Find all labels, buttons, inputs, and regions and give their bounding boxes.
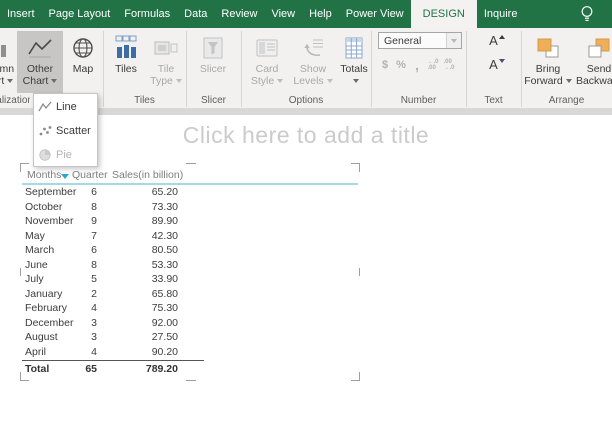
table-row[interactable]: July 5 33.90 (22, 272, 222, 287)
group-label-slicer: Slicer (200, 95, 226, 106)
tab-help[interactable]: Help (302, 0, 339, 28)
pie-chart-icon (34, 149, 56, 161)
totals-icon (343, 34, 365, 61)
tab-design[interactable]: DESIGN (410, 0, 477, 28)
group-label-text: Text (484, 95, 503, 106)
increase-font-size-button[interactable]: A (488, 33, 506, 53)
group-label-visualizations: Visualizations (0, 95, 30, 106)
show-levels-icon (301, 34, 325, 61)
table-row[interactable]: April 4 90.20 (22, 345, 222, 360)
column-chart-icon (0, 34, 8, 61)
line-chart-icon (34, 101, 56, 113)
table-row[interactable]: January 2 65.80 (22, 287, 222, 302)
scatter-chart-icon (34, 125, 56, 137)
comma-format-icon: , (415, 57, 419, 73)
table-row[interactable]: August 3 27.50 (22, 330, 222, 345)
column-header-quarter[interactable]: Quarter (72, 169, 108, 181)
table-row[interactable]: September 6 65.20 (22, 185, 222, 200)
dropdown-chevron-icon (565, 79, 572, 84)
group-label-tiles: Tiles (134, 95, 155, 106)
dropdown-chevron-icon (352, 79, 359, 84)
percent-format-icon: % (396, 59, 406, 71)
other-chart-button[interactable]: Other Chart (17, 31, 63, 93)
bring-forward-icon (535, 34, 561, 61)
show-levels-button: Show Levels (290, 31, 336, 93)
totals-button[interactable]: Totals (337, 31, 371, 93)
number-format-select[interactable]: General (378, 32, 462, 49)
ribbon-tabs: Insert Page Layout Formulas Data Review View H… (0, 0, 612, 28)
selection-handle[interactable] (351, 372, 360, 381)
filter-dropdown-icon[interactable] (61, 174, 69, 179)
tab-insert[interactable]: Insert (0, 0, 42, 28)
column-header-sales[interactable]: Sales(in billion) (112, 169, 183, 181)
menu-item-pie: Pie (34, 143, 97, 167)
tiles-button[interactable]: Tiles (107, 31, 145, 93)
column-header-months[interactable]: Months (27, 169, 61, 181)
tab-power-view[interactable]: Power View (339, 0, 411, 28)
tab-inquire[interactable]: Inquire (477, 0, 525, 28)
tab-view[interactable]: View (264, 0, 302, 28)
selection-handle[interactable] (186, 380, 196, 381)
selection-handle[interactable] (20, 268, 21, 276)
caret-down-icon (498, 59, 505, 63)
tile-type-icon (153, 34, 179, 61)
group-label-options: Options (288, 95, 324, 106)
dropdown-chevron-icon (175, 79, 182, 84)
line-chart-icon (27, 34, 53, 61)
dropdown-chevron-icon (51, 79, 58, 84)
table-rows: September 6 65.20 October 8 73.30 November 9 89.… (22, 185, 222, 359)
map-button[interactable]: Map (65, 31, 101, 93)
bring-forward-button[interactable]: Bring Forward (524, 31, 572, 93)
globe-icon (71, 34, 95, 61)
slicer-icon (201, 34, 225, 61)
tab-formulas[interactable]: Formulas (117, 0, 177, 28)
dropdown-chevron-icon (277, 79, 284, 84)
table-row[interactable]: March 6 80.50 (22, 243, 222, 258)
tab-page-layout[interactable]: Page Layout (42, 0, 118, 28)
tab-review[interactable]: Review (214, 0, 264, 28)
card-style-button: Card Style (246, 31, 288, 93)
table-visualization[interactable]: Months Quarter Sales(in billion) Septemb… (20, 163, 360, 381)
table-row[interactable]: May 7 42.30 (22, 229, 222, 244)
dropdown-chevron-icon (446, 33, 461, 48)
tell-me-lightbulb-icon[interactable] (580, 0, 603, 28)
total-row: Total 65 789.20 (25, 363, 178, 376)
table-row[interactable]: December 3 92.00 (22, 316, 222, 331)
table-row[interactable]: February 4 75.30 (22, 301, 222, 316)
table-row[interactable]: November 9 89.90 (22, 214, 222, 229)
tab-data[interactable]: Data (177, 0, 214, 28)
total-separator (22, 360, 204, 361)
powerview-window: Insert Page Layout Formulas Data Review View H… (0, 0, 612, 437)
menu-item-line[interactable]: Line (34, 95, 97, 119)
tile-type-button: Tile Type (147, 31, 185, 93)
selection-handle[interactable] (186, 163, 196, 164)
tiles-icon (113, 34, 139, 61)
caret-up-icon (498, 35, 505, 39)
slicer-button: Slicer (191, 31, 235, 93)
selection-handle[interactable] (359, 268, 360, 276)
send-backward-button[interactable]: Send Backward (575, 31, 612, 93)
send-backward-icon (586, 34, 612, 61)
dropdown-chevron-icon (326, 79, 333, 84)
other-chart-menu: Line Scatter Pie (33, 93, 98, 167)
column-chart-button[interactable]: Column Chart (0, 31, 18, 93)
group-label-number: Number (400, 95, 437, 106)
increase-decimal-icon: ←.0.00 (427, 59, 439, 71)
decrease-font-size-button[interactable]: A (488, 57, 506, 77)
group-label-arrange: Arrange (548, 95, 585, 106)
table-row[interactable]: October 8 73.30 (22, 200, 222, 215)
currency-format-icon: $ (381, 59, 389, 71)
decrease-decimal-icon: .00 →.0 (443, 59, 455, 71)
menu-item-scatter[interactable]: Scatter (34, 119, 97, 143)
dropdown-chevron-icon (7, 79, 14, 84)
selection-handle[interactable] (351, 163, 360, 172)
table-row[interactable]: June 8 53.30 (22, 258, 222, 273)
card-style-icon (255, 34, 279, 61)
